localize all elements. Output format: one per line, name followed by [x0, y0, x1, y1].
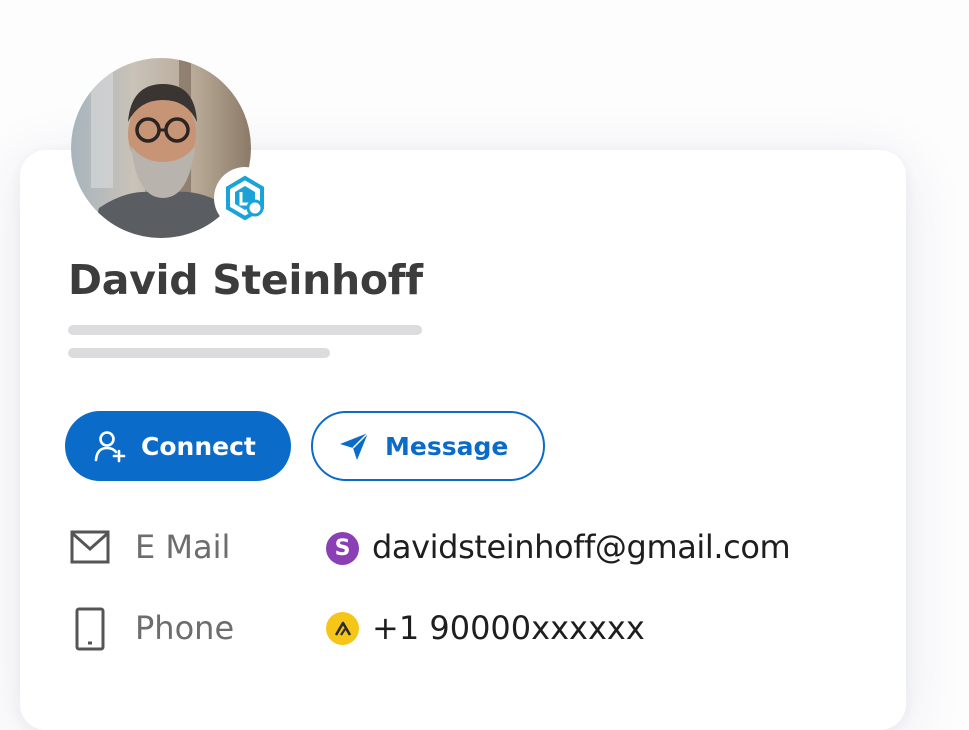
phone-provider-badge: [326, 612, 359, 645]
add-user-icon: [93, 429, 127, 463]
connect-button[interactable]: Connect: [65, 411, 291, 481]
message-label: Message: [385, 431, 509, 461]
email-value[interactable]: davidsteinhoff@gmail.com: [372, 528, 791, 566]
email-provider-badge: S: [326, 532, 359, 565]
subtitle-placeholder: [68, 348, 330, 358]
connect-label: Connect: [141, 431, 256, 461]
phone-value[interactable]: +1 90000xxxxxx: [372, 609, 645, 647]
provider-logo-icon: [334, 621, 351, 636]
send-icon: [337, 429, 371, 463]
profile-name: David Steinhoff: [68, 256, 423, 304]
phone-label: Phone: [135, 609, 235, 647]
headline-placeholder: [68, 325, 422, 335]
envelope-icon: [70, 529, 110, 565]
linkedin-sales-badge-icon: [214, 167, 276, 229]
phone-icon: [74, 606, 106, 652]
email-label: E Mail: [135, 528, 231, 566]
message-button[interactable]: Message: [311, 411, 545, 481]
